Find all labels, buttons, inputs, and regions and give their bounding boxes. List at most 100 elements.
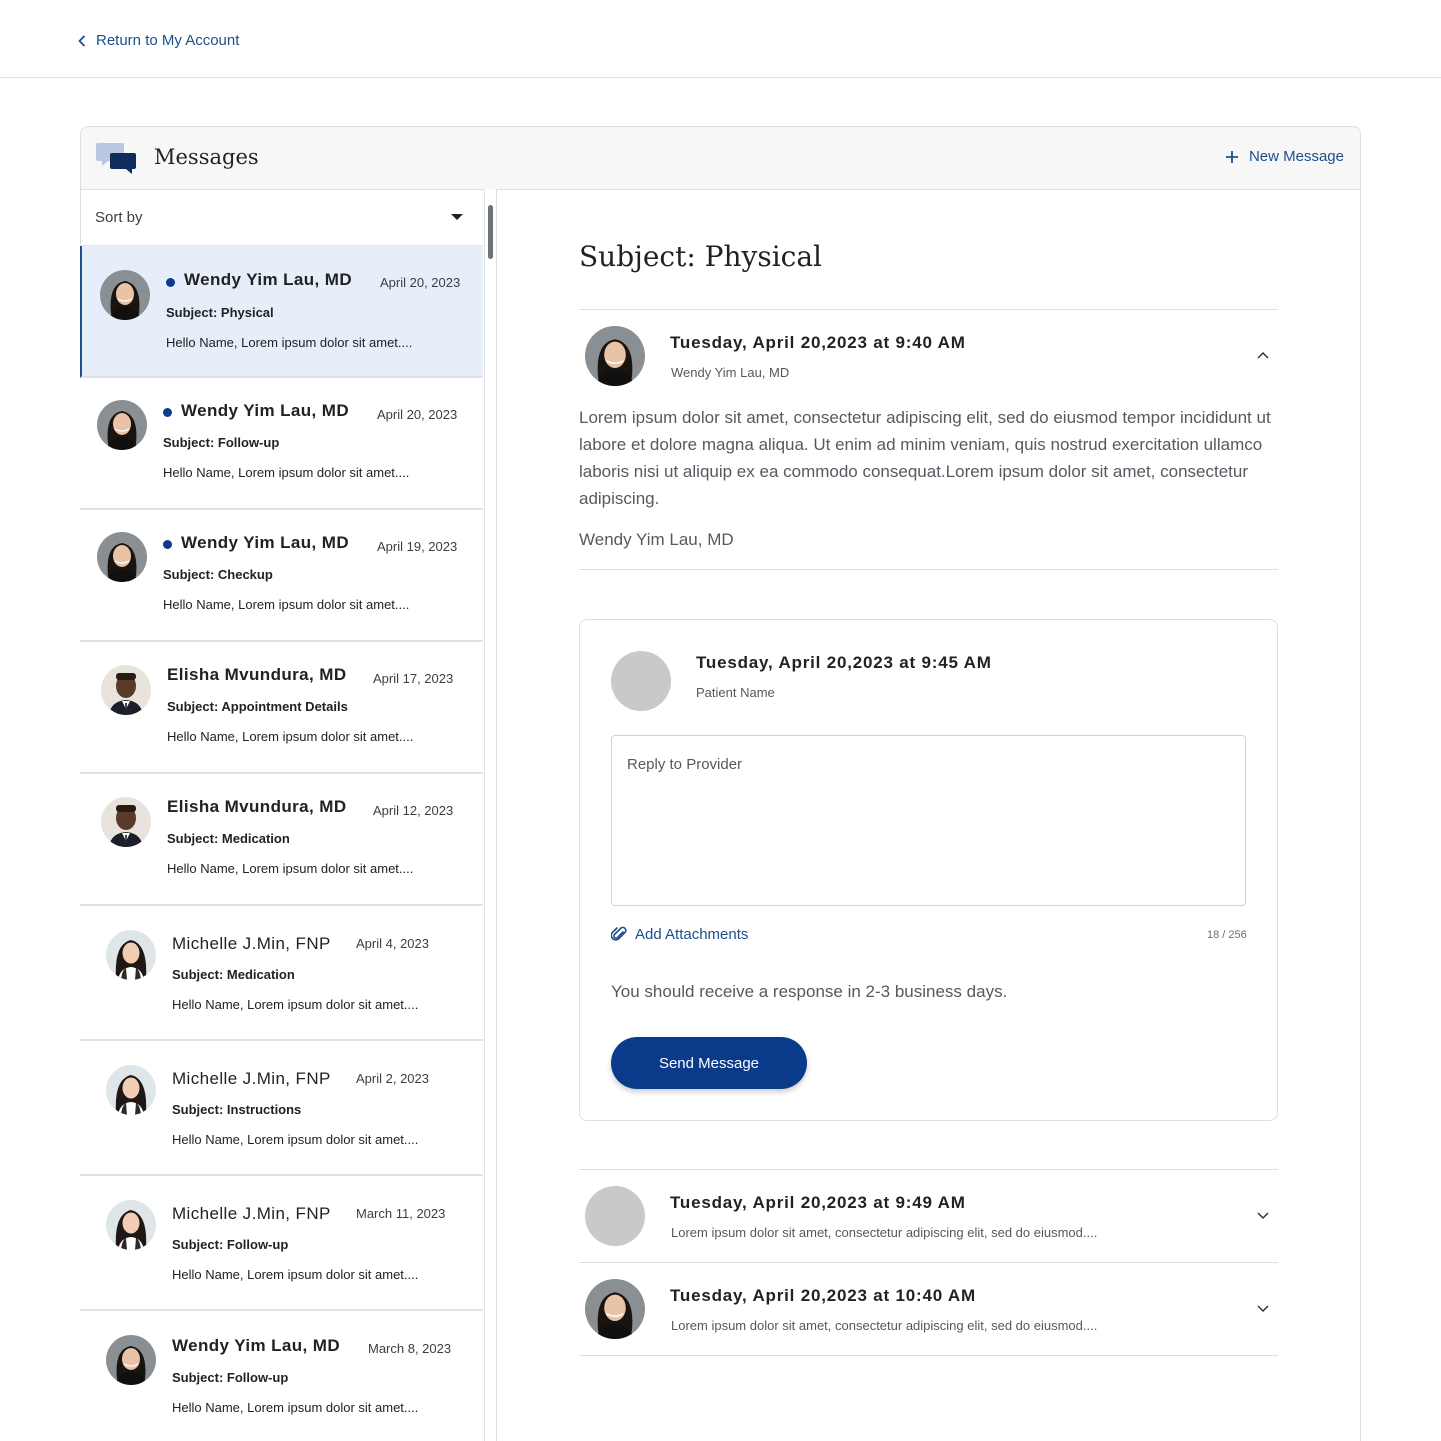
message-preview: Hello Name, Lorem ipsum dolor sit amet..… (167, 861, 414, 876)
unread-indicator (163, 408, 172, 417)
provider-avatar (106, 1065, 156, 1115)
provider-avatar (106, 930, 156, 980)
return-to-account-link[interactable]: Return to My Account (78, 32, 239, 49)
message-date: March 8, 2023 (368, 1341, 452, 1356)
message-date: April 12, 2023 (373, 803, 454, 818)
message-subject: Subject: Appointment Details (167, 699, 348, 714)
provider-avatar (97, 400, 147, 450)
divider (579, 1169, 1278, 1170)
provider-name: Michelle J.Min, FNP (172, 934, 331, 953)
message-preview: Hello Name, Lorem ipsum dolor sit amet..… (172, 1132, 419, 1147)
provider-name: Elisha Mvundura, MD (167, 665, 347, 684)
return-link-label: Return to My Account (96, 32, 240, 49)
message-list-item[interactable]: Elisha Mvundura, MD April 17, 2023 Subject… (80, 642, 483, 774)
message-preview: Hello Name, Lorem ipsum dolor sit amet..… (172, 997, 419, 1012)
message-subject: Subject: Physical (166, 305, 274, 320)
top-bar: Return to My Account (0, 0, 1441, 78)
message-preview: Hello Name, Lorem ipsum dolor sit amet..… (172, 1400, 419, 1415)
collapsed-message-preview: Lorem ipsum dolor sit amet, consectetur … (671, 1225, 1098, 1240)
message-list-item[interactable]: Michelle J.Min, FNP April 2, 2023 Subject:… (80, 1041, 483, 1176)
collapsed-message-timestamp: Tuesday, April 20,2023 at 10:40 AM (670, 1286, 976, 1305)
unread-indicator (163, 540, 172, 549)
provider-avatar (101, 797, 151, 847)
message-list-item[interactable]: Wendy Yim Lau, MD April 20, 2023 Subject: … (80, 378, 483, 510)
message-list: Sort by Wendy Yim Lau, MD April 20, 2023 S… (80, 189, 484, 1441)
message-preview: Hello Name, Lorem ipsum dolor sit amet..… (163, 465, 410, 480)
patient-avatar (585, 1186, 645, 1246)
provider-name: Wendy Yim Lau, MD (181, 401, 350, 420)
sender-avatar (585, 1279, 645, 1339)
message-signature: Wendy Yim Lau, MD (579, 530, 734, 549)
chevron-down-icon[interactable] (1257, 1305, 1269, 1313)
message-preview: Hello Name, Lorem ipsum dolor sit amet..… (166, 335, 413, 350)
message-list-item[interactable]: Michelle J.Min, FNP March 11, 2023 Subject… (80, 1176, 483, 1311)
patient-avatar (611, 651, 671, 711)
collapsed-message-timestamp: Tuesday, April 20,2023 at 9:49 AM (670, 1193, 966, 1212)
send-message-button[interactable]: Send Message (611, 1037, 807, 1089)
plus-icon (1225, 150, 1238, 163)
divider (579, 1355, 1278, 1356)
message-subject: Subject: Medication (167, 831, 290, 846)
scrollbar-thumb[interactable] (488, 205, 493, 259)
chevron-up-icon[interactable] (1257, 351, 1269, 359)
panel-right-border (1360, 189, 1361, 1441)
panel-header: Messages New Message (81, 127, 1360, 190)
message-date: April 19, 2023 (377, 539, 458, 554)
message-subject: Subject: Follow-up (172, 1237, 289, 1252)
caret-down-icon (451, 214, 463, 220)
message-preview: Hello Name, Lorem ipsum dolor sit amet..… (163, 597, 410, 612)
message-subject: Subject: Medication (172, 967, 295, 982)
message-date: March 11, 2023 (356, 1206, 446, 1221)
provider-name: Michelle J.Min, FNP (172, 1204, 331, 1223)
provider-avatar (101, 665, 151, 715)
provider-avatar (97, 532, 147, 582)
chevron-left-icon (78, 34, 86, 47)
provider-avatar (106, 1200, 156, 1250)
provider-name: Wendy Yim Lau, MD (184, 270, 353, 289)
new-message-label: New Message (1248, 148, 1344, 165)
message-subject: Subject: Follow-up (163, 435, 280, 450)
message-body: Lorem ipsum dolor sit amet, consectetur … (579, 408, 1271, 508)
panel-title: Messages (154, 145, 259, 169)
divider (579, 569, 1278, 570)
message-date: April 17, 2023 (373, 671, 454, 686)
provider-avatar (106, 1335, 156, 1385)
message-date: April 4, 2023 (356, 936, 429, 951)
message-list-item[interactable]: Michelle J.Min, FNP April 4, 2023 Subject:… (80, 906, 483, 1041)
response-time-note: You should receive a response in 2-3 bus… (611, 982, 1008, 1001)
message-preview: Hello Name, Lorem ipsum dolor sit amet..… (172, 1267, 419, 1282)
add-attachments-button[interactable]: Add Attachments (611, 925, 748, 943)
message-subject: Subject: Follow-up (172, 1370, 289, 1385)
paperclip-icon (611, 926, 627, 941)
message-date: April 20, 2023 (377, 407, 458, 422)
sort-label: Sort by (95, 209, 143, 226)
provider-name: Wendy Yim Lau, MD (181, 533, 350, 552)
reply-timestamp: Tuesday, April 20,2023 at 9:45 AM (696, 653, 992, 672)
unread-indicator (166, 278, 175, 287)
sort-dropdown[interactable]: Sort by (80, 189, 483, 246)
provider-avatar (100, 270, 150, 320)
chat-bubbles-icon (96, 143, 136, 174)
provider-name: Michelle J.Min, FNP (172, 1069, 331, 1088)
message-date: April 20, 2023 (380, 275, 461, 290)
chevron-down-icon[interactable] (1257, 1212, 1269, 1220)
message-date: April 2, 2023 (356, 1071, 429, 1086)
reply-textarea[interactable] (611, 735, 1246, 906)
divider (579, 1262, 1278, 1263)
message-timestamp: Tuesday, April 20,2023 at 9:40 AM (670, 333, 966, 352)
character-counter: 18 / 256 (1207, 929, 1247, 941)
provider-name: Wendy Yim Lau, MD (172, 1336, 341, 1355)
new-message-button[interactable]: New Message (1225, 148, 1344, 165)
list-scrollbar[interactable] (484, 189, 497, 1441)
message-list-item[interactable]: Wendy Yim Lau, MD April 19, 2023 Subject: … (80, 510, 483, 642)
add-attachments-label: Add Attachments (635, 925, 749, 943)
message-list-item[interactable]: Elisha Mvundura, MD April 12, 2023 Subject… (80, 774, 483, 906)
reply-sender: Patient Name (696, 685, 775, 700)
divider (579, 309, 1278, 310)
message-list-item[interactable]: Wendy Yim Lau, MD March 8, 2023 Subject: F… (80, 1311, 483, 1441)
message-subject: Subject: Instructions (172, 1102, 302, 1117)
message-subject-title: Subject: Physical (579, 240, 823, 273)
message-list-item[interactable]: Wendy Yim Lau, MD April 20, 2023 Subject: … (80, 246, 483, 378)
message-preview: Hello Name, Lorem ipsum dolor sit amet..… (167, 729, 414, 744)
collapsed-message-preview: Lorem ipsum dolor sit amet, consectetur … (671, 1318, 1098, 1333)
